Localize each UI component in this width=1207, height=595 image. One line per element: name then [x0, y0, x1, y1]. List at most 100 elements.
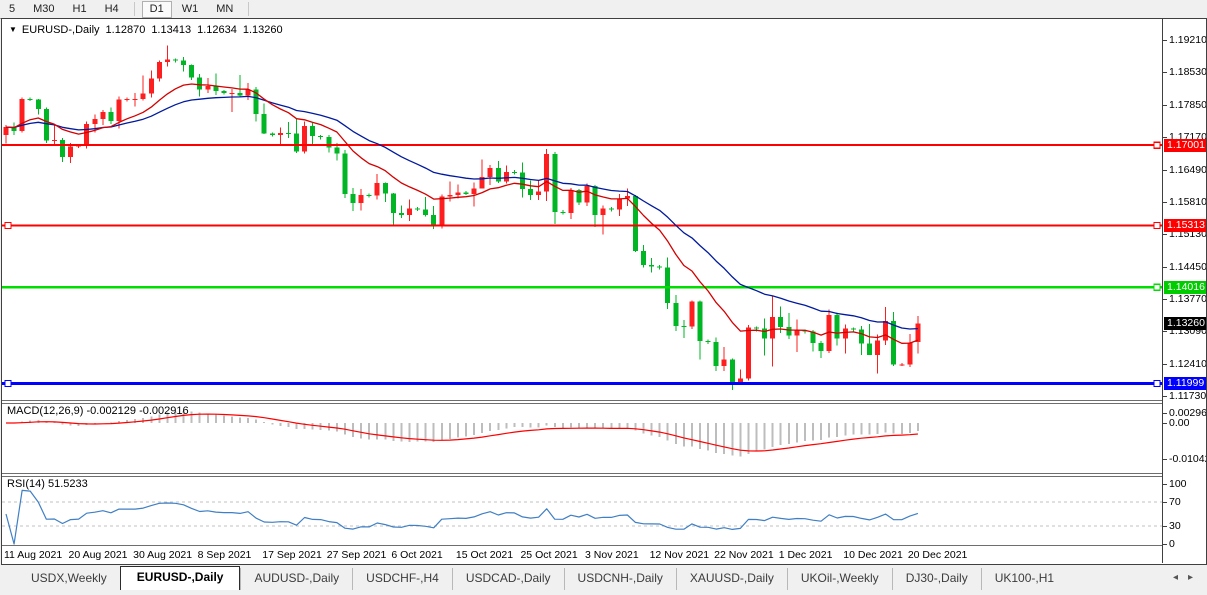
- candle-body: [673, 303, 678, 326]
- ohlc-low: 1.12634: [197, 24, 237, 36]
- candle-body: [173, 60, 178, 61]
- candle-body: [488, 168, 493, 177]
- candle-body: [520, 172, 525, 189]
- rsi-tick-mark: [1163, 526, 1167, 527]
- price-tick-label: 1.12410: [1169, 358, 1206, 370]
- candle-body: [439, 197, 444, 227]
- candle-body: [859, 330, 864, 344]
- price-tick-label: 1.16490: [1169, 164, 1206, 176]
- price-tick-mark: [1163, 364, 1167, 365]
- tab-usdchf-h4[interactable]: USDCHF-,H4: [352, 568, 452, 590]
- timeframe-button-h4[interactable]: H4: [97, 1, 127, 18]
- candle-body: [875, 340, 880, 354]
- macd-tick-label: 0.00: [1169, 417, 1189, 429]
- toolbar-separator: [134, 2, 135, 16]
- candle-body: [770, 317, 775, 338]
- timeframe-button-mn[interactable]: MN: [208, 1, 241, 18]
- level-handle: [1154, 223, 1160, 229]
- ma-fast-line: [6, 84, 918, 343]
- candle-body: [351, 194, 356, 203]
- level-price-badge: 1.15313: [1164, 219, 1206, 232]
- price-tick-mark: [1163, 105, 1167, 106]
- candle-body: [641, 251, 646, 265]
- tab-next-icon[interactable]: ▸: [1188, 572, 1193, 583]
- candle-body: [689, 301, 694, 326]
- timeframe-toolbar: 5M30H1H4 D1W1MN: [0, 0, 1207, 19]
- candle-body: [851, 329, 856, 330]
- timeframe-button-d1[interactable]: D1: [142, 1, 172, 18]
- time-axis[interactable]: 11 Aug 202120 Aug 202130 Aug 20218 Sep 2…: [2, 546, 1162, 563]
- candle-body: [601, 209, 606, 215]
- candle-body: [706, 341, 711, 342]
- date-label: 17 Sep 2021: [262, 549, 322, 561]
- tab-audusd-daily[interactable]: AUDUSD-,Daily: [240, 568, 352, 590]
- candle-body: [375, 183, 380, 196]
- candle-body: [722, 360, 727, 367]
- timeframe-button-m30[interactable]: M30: [25, 1, 62, 18]
- timeframe-button-w1[interactable]: W1: [174, 1, 207, 18]
- candle-body: [367, 195, 372, 196]
- candle-body: [125, 99, 130, 100]
- candle-body: [318, 136, 323, 137]
- macd-name: MACD(12,26,9): [7, 405, 83, 417]
- candle-body: [593, 186, 598, 215]
- candle-body: [100, 112, 105, 119]
- candle-body: [794, 330, 799, 335]
- tab-eurusd-daily[interactable]: EURUSD-,Daily: [120, 566, 241, 590]
- price-tick-mark: [1163, 72, 1167, 73]
- price-tick-label: 1.13770: [1169, 293, 1206, 305]
- level-price-badge: 1.11999: [1164, 377, 1206, 390]
- rsi-tick-label: 0: [1169, 538, 1175, 550]
- candle-body: [778, 317, 783, 327]
- date-label: 3 Nov 2021: [585, 549, 639, 561]
- tab-usdx-weekly[interactable]: USDX,Weekly: [18, 568, 120, 590]
- tab-uk100-h1[interactable]: UK100-,H1: [981, 568, 1067, 590]
- candle-body: [165, 60, 170, 62]
- candle-body: [463, 192, 468, 193]
- tab-xauusd-daily[interactable]: XAUUSD-,Daily: [676, 568, 787, 590]
- candle-body: [407, 209, 412, 215]
- macd-tick-mark: [1163, 423, 1167, 424]
- price-axis[interactable]: 1.192101.185301.178501.171701.164901.158…: [1162, 19, 1206, 563]
- rsi-tick-label: 30: [1169, 520, 1181, 532]
- candle-body: [512, 172, 517, 173]
- tab-prev-icon[interactable]: ◂: [1173, 572, 1178, 583]
- macd-indicator-label: MACD(12,26,9) -0.002129 -0.002916: [7, 405, 189, 417]
- candle-body: [44, 109, 49, 140]
- tab-usdcnh-daily[interactable]: USDCNH-,Daily: [564, 568, 676, 590]
- chart-symbol-label: EURUSD-,Daily: [22, 24, 100, 36]
- price-tick-label: 1.19210: [1169, 34, 1206, 46]
- timeframe-button-5[interactable]: 5: [1, 1, 23, 18]
- candle-body: [238, 93, 243, 96]
- price-chart-plot[interactable]: [2, 19, 1162, 546]
- date-label: 1 Dec 2021: [779, 549, 833, 561]
- candle-body: [92, 119, 97, 124]
- price-tick-label: 1.15810: [1169, 196, 1206, 208]
- chart-dropdown-icon[interactable]: ▼: [9, 25, 17, 34]
- candle-body: [52, 140, 57, 141]
- candle-body: [270, 133, 275, 134]
- candle-body: [899, 364, 904, 365]
- level-handle: [5, 380, 11, 386]
- tab-dj30-daily[interactable]: DJ30-,Daily: [892, 568, 981, 590]
- rsi-tick-mark: [1163, 502, 1167, 503]
- date-label: 6 Oct 2021: [391, 549, 442, 561]
- date-label: 22 Nov 2021: [714, 549, 774, 561]
- chart-window: ▼EURUSD-,Daily1.128701.134131.126341.132…: [1, 18, 1207, 565]
- rsi-tick-mark: [1163, 484, 1167, 485]
- candle-body: [197, 78, 202, 90]
- candle-body: [60, 140, 65, 157]
- rsi-value: 51.5233: [48, 478, 88, 490]
- macd-tick-mark: [1163, 413, 1167, 414]
- price-tick-label: 1.18530: [1169, 66, 1206, 78]
- bottom-strip: [0, 590, 1207, 595]
- price-tick-mark: [1163, 40, 1167, 41]
- tab-usdcad-daily[interactable]: USDCAD-,Daily: [452, 568, 564, 590]
- chart-canvas[interactable]: [2, 19, 1162, 546]
- candle-body: [84, 124, 89, 145]
- timeframe-button-h1[interactable]: H1: [65, 1, 95, 18]
- tab-ukoil-weekly[interactable]: UKOil-,Weekly: [787, 568, 892, 590]
- date-label: 30 Aug 2021: [133, 549, 192, 561]
- rsi-tick-mark: [1163, 544, 1167, 545]
- candle-body: [286, 133, 291, 134]
